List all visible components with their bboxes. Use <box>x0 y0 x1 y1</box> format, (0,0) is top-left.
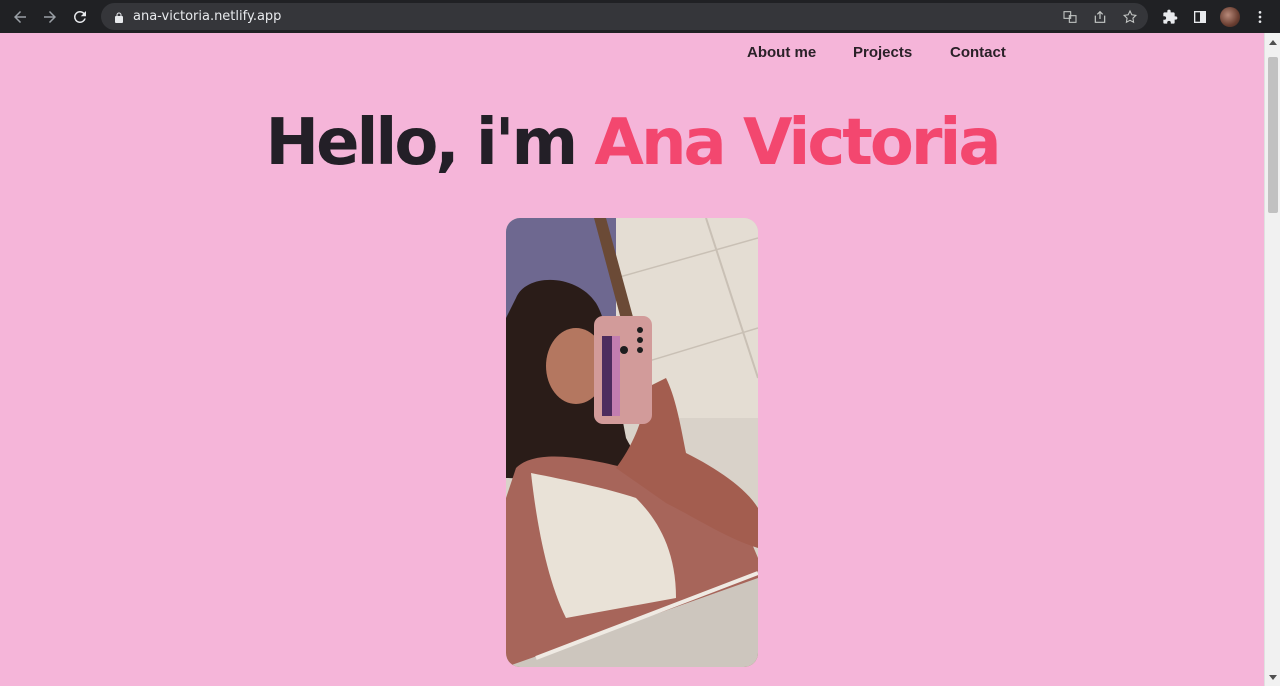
url-text[interactable]: ana-victoria.netlify.app <box>133 9 281 24</box>
translate-icon[interactable] <box>1058 5 1082 29</box>
reload-icon[interactable] <box>65 2 95 32</box>
profile-avatar[interactable] <box>1218 5 1242 29</box>
back-icon[interactable] <box>5 2 35 32</box>
vertical-scrollbar[interactable] <box>1264 33 1280 686</box>
lock-icon <box>113 11 125 23</box>
page-content: About me Projects Contact Hello, i'm Ana… <box>0 33 1264 686</box>
scroll-thumb[interactable] <box>1268 57 1278 213</box>
side-panel-icon[interactable] <box>1188 5 1212 29</box>
nav-about-me-link[interactable]: About me <box>747 44 827 61</box>
hero-greeting: Hello, i'm <box>265 106 579 180</box>
hero-heading: Hello, i'm Ana Victoria <box>0 111 1264 175</box>
toolbar-actions <box>1158 0 1272 33</box>
address-bar[interactable]: ana-victoria.netlify.app <box>101 3 1148 30</box>
scroll-down-arrow-icon[interactable] <box>1269 675 1277 680</box>
browser-toolbar: ana-victoria.netlify.app <box>0 0 1280 33</box>
scroll-up-arrow-icon[interactable] <box>1269 40 1277 45</box>
nav-contact-link[interactable]: Contact <box>950 44 1020 61</box>
hero-name: Ana Victoria <box>594 106 1001 180</box>
profile-photo <box>506 218 758 667</box>
kebab-menu-icon[interactable] <box>1248 5 1272 29</box>
forward-icon[interactable] <box>35 2 65 32</box>
share-icon[interactable] <box>1088 5 1112 29</box>
puzzle-icon[interactable] <box>1158 5 1182 29</box>
nav-projects-link[interactable]: Projects <box>853 44 923 61</box>
star-icon[interactable] <box>1118 5 1142 29</box>
